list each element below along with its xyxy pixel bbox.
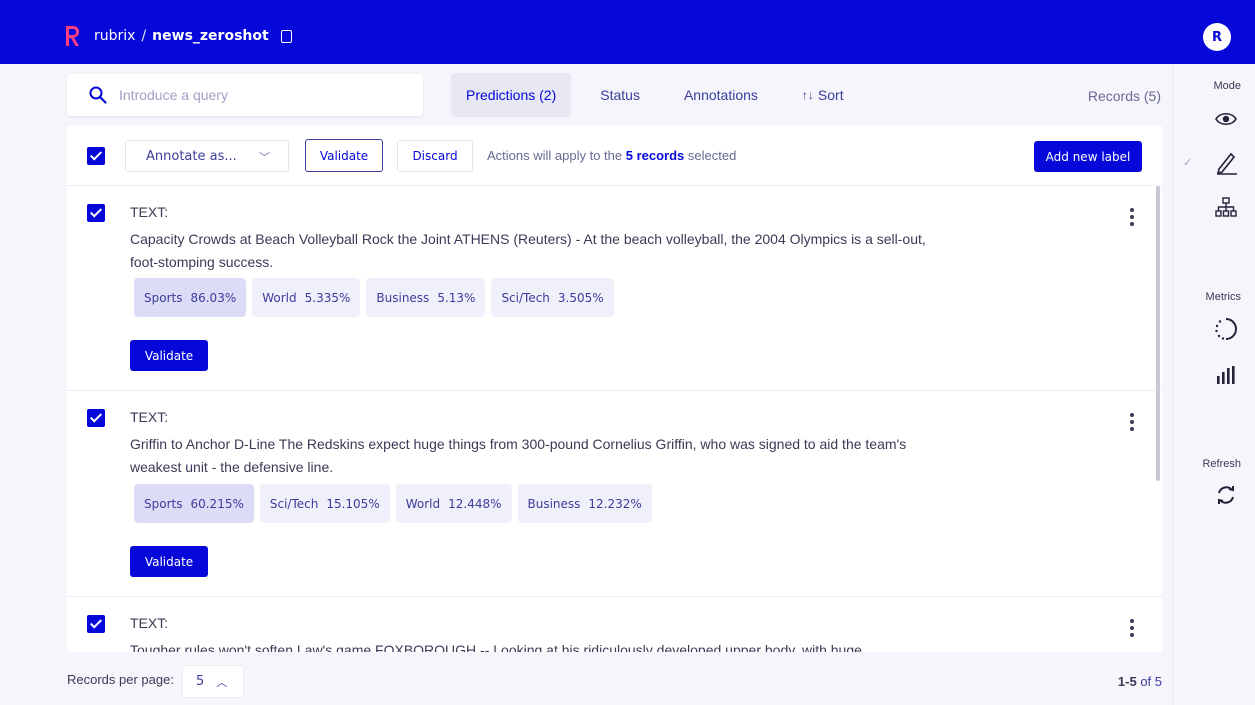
prediction-chips: Sports 60.215% Sci/Tech 15.105% World 12.44… xyxy=(134,484,652,523)
pencil-icon[interactable] xyxy=(1213,150,1239,176)
checkmark-icon: ✓ xyxy=(1183,156,1193,169)
record-checkbox[interactable] xyxy=(87,204,105,222)
bulk-msg-prefix: Actions will apply to the xyxy=(487,148,626,163)
copy-icon[interactable] xyxy=(280,29,292,43)
record-validate-button[interactable]: Validate xyxy=(130,340,208,371)
chip-score: 86.03% xyxy=(190,290,237,305)
chip-score: 12.448% xyxy=(448,496,502,511)
record-checkbox[interactable] xyxy=(87,615,105,633)
breadcrumb-dataset: news_zeroshot xyxy=(152,28,269,44)
chevron-up-icon: ︿ xyxy=(216,675,228,689)
mode-title: Mode xyxy=(1213,80,1241,92)
tab-status[interactable]: Status xyxy=(585,73,655,117)
records-per-page-select[interactable]: 5 ︿ xyxy=(182,665,244,698)
record-validate-button[interactable]: Validate xyxy=(130,546,208,577)
prediction-chip[interactable]: World 5.335% xyxy=(252,278,361,317)
tab-sort-label: Sort xyxy=(817,87,844,103)
chip-label: Sports xyxy=(144,290,183,305)
record-text: Capacity Crowds at Beach Volleyball Rock… xyxy=(130,231,926,270)
filter-tabs: Predictions (2) Status Annotations ↑↓ So… xyxy=(451,73,873,117)
metrics-title: Metrics xyxy=(1205,291,1241,303)
chip-label: Sports xyxy=(144,496,183,511)
breadcrumb-separator: / xyxy=(141,28,147,44)
breadcrumb-app[interactable]: rubrix xyxy=(94,28,135,44)
chip-score: 5.13% xyxy=(437,290,476,305)
search-input[interactable] xyxy=(119,87,399,103)
search-icon xyxy=(89,86,107,104)
pagination-info: 1-5 of 5 xyxy=(1118,674,1162,689)
bulk-msg-count: 5 records xyxy=(625,148,685,163)
chip-label: Business xyxy=(527,496,581,511)
prediction-chip[interactable]: World 12.448% xyxy=(395,484,512,523)
tab-annotations[interactable]: Annotations xyxy=(669,73,773,117)
breadcrumb: rubrix / news_zeroshot xyxy=(94,28,292,44)
bulk-validate-button[interactable]: Validate xyxy=(305,139,383,172)
pagination-total: of 5 xyxy=(1136,674,1162,689)
progress-circle-icon[interactable] xyxy=(1213,316,1239,342)
pagination-footer: Records per page: 5 ︿ 1-5 of 5 xyxy=(67,662,1162,698)
bulk-actions-message: Actions will apply to the 5 records sele… xyxy=(487,148,736,163)
bar-chart-icon[interactable] xyxy=(1213,362,1239,388)
chip-label: Business xyxy=(376,290,430,305)
chip-score: 12.232% xyxy=(588,496,642,511)
records-per-page-label: Records per page: xyxy=(67,672,174,687)
add-new-label-button[interactable]: Add new label xyxy=(1034,141,1142,172)
tab-predictions[interactable]: Predictions (2) xyxy=(451,73,572,117)
record-text: Tougher rules won't soften Law's game FO… xyxy=(130,642,862,652)
pagination-range: 1-5 xyxy=(1117,674,1137,689)
bulk-msg-suffix: selected xyxy=(684,148,737,163)
record-text: Griffin to Anchor D-Line The Redskins ex… xyxy=(130,436,907,475)
record-field-label: TEXT: xyxy=(130,409,169,425)
rubrix-logo-icon[interactable] xyxy=(64,25,80,47)
chip-label: World xyxy=(262,290,297,305)
bulk-discard-button[interactable]: Discard xyxy=(397,140,473,172)
bulk-actions-bar: Annotate as... ﹀ Validate Discard Action… xyxy=(67,126,1162,186)
more-options-icon[interactable] xyxy=(1130,208,1134,229)
record-field-label: TEXT: xyxy=(130,204,169,220)
chip-label: World xyxy=(405,496,441,511)
select-all-checkbox[interactable] xyxy=(87,147,105,165)
prediction-chip[interactable]: Sci/Tech 15.105% xyxy=(259,484,390,523)
sort-icon: ↑↓ xyxy=(801,88,814,102)
record-item: TEXT: Tougher rules won't soften Law's g… xyxy=(67,597,1162,652)
record-item: TEXT: Griffin to Anchor D-Line The Redsk… xyxy=(67,391,1162,597)
avatar[interactable]: R xyxy=(1203,23,1231,51)
prediction-chip[interactable]: Business 12.232% xyxy=(517,484,652,523)
chip-label: Sci/Tech xyxy=(269,496,319,511)
refresh-title: Refresh xyxy=(1202,458,1241,470)
records-per-page-value: 5 xyxy=(196,674,205,689)
prediction-chip[interactable]: Sports 60.215% xyxy=(134,484,254,523)
records-count: Records (5) xyxy=(1087,88,1161,104)
prediction-chip[interactable]: Sports 86.03% xyxy=(134,278,247,317)
records-panel: Annotate as... ﹀ Validate Discard Action… xyxy=(67,126,1162,652)
hierarchy-icon[interactable] xyxy=(1213,194,1239,220)
search-box[interactable] xyxy=(67,74,423,116)
chip-score: 60.215% xyxy=(190,496,244,511)
chip-score: 5.335% xyxy=(304,290,351,305)
record-item: TEXT: Capacity Crowds at Beach Volleybal… xyxy=(67,186,1162,391)
record-field-label: TEXT: xyxy=(130,615,169,631)
top-bar: rubrix / news_zeroshot R xyxy=(0,0,1255,64)
prediction-chip[interactable]: Business 5.13% xyxy=(366,278,486,317)
more-options-icon[interactable] xyxy=(1130,619,1134,640)
more-options-icon[interactable] xyxy=(1130,413,1134,434)
prediction-chip[interactable]: Sci/Tech 3.505% xyxy=(491,278,614,317)
annotate-as-dropdown[interactable]: Annotate as... ﹀ xyxy=(125,140,289,172)
refresh-icon[interactable] xyxy=(1213,482,1239,508)
chevron-down-icon: ﹀ xyxy=(259,151,270,164)
tab-sort[interactable]: ↑↓ Sort xyxy=(787,73,859,117)
annotate-as-label: Annotate as... xyxy=(146,148,237,164)
chip-score: 15.105% xyxy=(326,496,380,511)
eye-icon[interactable] xyxy=(1213,106,1239,132)
chip-label: Sci/Tech xyxy=(501,290,550,305)
prediction-chips: Sports 86.03% World 5.335% Business 5.13% S… xyxy=(134,278,614,317)
right-sidebar: Mode ✓ Metrics Refresh xyxy=(1172,64,1255,705)
records-scrollbar[interactable] xyxy=(1156,186,1160,481)
chip-score: 3.505% xyxy=(557,290,604,305)
record-checkbox[interactable] xyxy=(87,409,105,427)
